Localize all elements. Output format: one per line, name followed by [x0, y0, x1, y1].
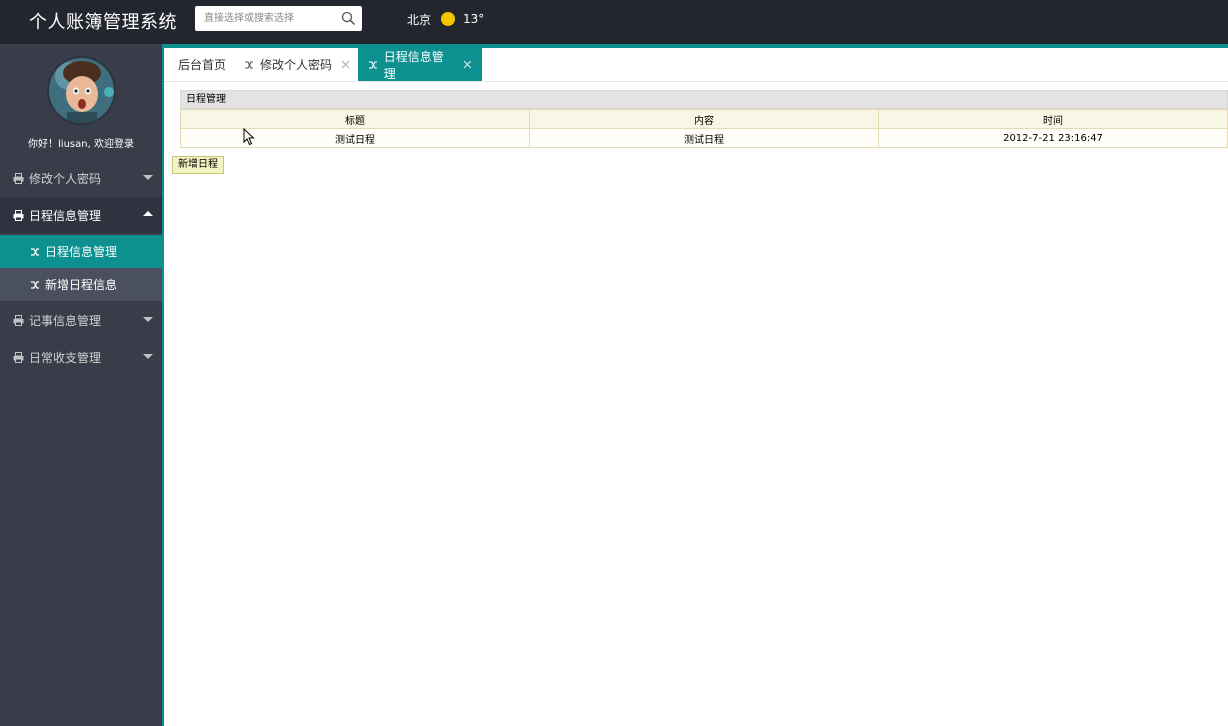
weather-widget: 北京 13°	[407, 11, 484, 27]
sidebar-item-label: 日程信息管理	[45, 245, 118, 259]
welcome-text: 你好！liusan, 欢迎登录	[28, 139, 134, 150]
column-header-time: 时间	[878, 109, 1228, 129]
shuffle-icon	[368, 61, 377, 68]
printer-icon	[13, 209, 24, 221]
shuffle-icon	[31, 247, 39, 256]
weather-temperature: 13°	[463, 12, 485, 26]
sidebar-item-schedule-manage[interactable]: 日程信息管理	[0, 235, 162, 268]
sidebar-item-schedule-add[interactable]: 新增日程信息	[0, 268, 162, 301]
shuffle-icon	[31, 280, 39, 289]
nav-group-income-expense[interactable]: 日常收支管理	[0, 339, 162, 375]
tab-label: 修改个人密码	[260, 58, 333, 72]
panel-title: 日程管理	[180, 90, 1228, 109]
schedule-table: 标题 内容 时间 测试日程 测试日程 2012-7-21 23:16:47	[180, 109, 1228, 148]
tab-change-password[interactable]: 修改个人密码	[244, 48, 350, 81]
chevron-down-icon	[143, 175, 153, 180]
sidebar-item-label: 新增日程信息	[45, 278, 118, 292]
app-title: 个人账簿管理系统	[29, 12, 177, 33]
close-icon[interactable]	[341, 60, 350, 69]
close-icon[interactable]	[463, 60, 472, 69]
nav-group-label: 日常收支管理	[29, 350, 102, 365]
column-header-content: 内容	[529, 109, 879, 129]
nav-group-label: 记事信息管理	[29, 313, 102, 328]
printer-icon	[13, 351, 24, 363]
search-box[interactable]	[195, 6, 362, 31]
cell-content: 测试日程	[529, 128, 879, 148]
nav-group-label: 日程信息管理	[29, 208, 102, 223]
printer-icon	[13, 314, 24, 326]
tab-label: 日程信息管理	[383, 49, 444, 81]
cell-title: 测试日程	[180, 128, 530, 148]
sidebar: 你好！liusan, 欢迎登录 修改个人密码 日程信息管理 日程信息管理 新增日…	[0, 44, 162, 726]
nav-group-change-password[interactable]: 修改个人密码	[0, 160, 162, 196]
nav-group-label: 修改个人密码	[29, 171, 102, 186]
tab-home[interactable]: 后台首页	[178, 48, 226, 81]
search-input[interactable]	[195, 6, 335, 31]
schedule-panel: 日程管理 标题 内容 时间 测试日程 测试日程 2012-7-21 23:16:…	[180, 90, 1228, 148]
sun-icon	[441, 12, 456, 26]
table-row[interactable]: 测试日程 测试日程 2012-7-21 23:16:47	[180, 128, 1228, 148]
avatar	[47, 56, 116, 125]
tab-label: 后台首页	[178, 58, 227, 72]
table-header-row: 标题 内容 时间	[180, 109, 1228, 129]
column-header-title: 标题	[180, 109, 530, 129]
printer-icon	[13, 172, 24, 184]
chevron-up-icon	[143, 211, 153, 216]
cell-time: 2012-7-21 23:16:47	[878, 128, 1228, 148]
weather-city: 北京	[407, 12, 432, 27]
shuffle-icon	[245, 60, 253, 69]
nav-group-notes[interactable]: 记事信息管理	[0, 302, 162, 338]
chevron-down-icon	[143, 317, 153, 322]
add-schedule-button[interactable]: 新增日程	[172, 156, 224, 174]
tab-schedule-manage[interactable]: 日程信息管理	[358, 48, 482, 81]
search-icon[interactable]	[341, 11, 356, 26]
chevron-down-icon	[143, 354, 153, 359]
tab-bar: 后台首页 修改个人密码 日程信息管理	[164, 48, 1228, 82]
top-bar: 个人账簿管理系统 北京 13°	[0, 0, 1228, 44]
nav-group-schedule[interactable]: 日程信息管理	[0, 197, 162, 233]
sidebar-divider	[162, 44, 164, 726]
mouse-cursor-icon	[243, 128, 255, 146]
